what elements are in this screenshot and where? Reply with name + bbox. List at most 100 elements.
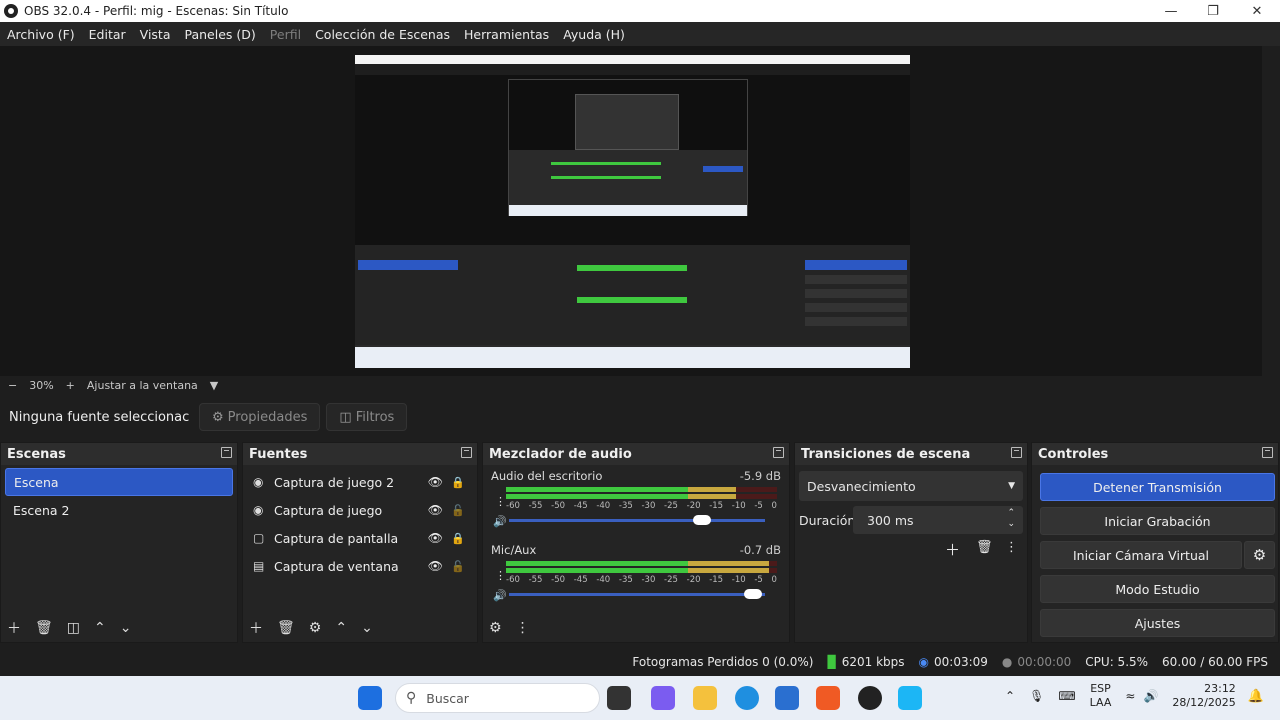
brave-icon[interactable] [816,686,840,710]
tick-label: -20 [686,501,701,511]
chevron-up-icon[interactable]: ⌃ [1005,689,1015,703]
duration-spinbox[interactable]: 300 ms ⌃ ⌄ [853,506,1023,534]
tick-label: 0 [771,501,777,511]
menu-coleccion[interactable]: Colección de Escenas [315,27,450,42]
mixer-menu-icon[interactable]: ⋮ [516,620,530,636]
preview-scrollbar[interactable] [1262,46,1280,376]
task-view-icon[interactable] [607,686,631,710]
controls-dock: Controles Detener Transmisión Iniciar Gr… [1031,442,1279,643]
start-recording-button[interactable]: Iniciar Grabación [1040,507,1275,535]
add-icon[interactable]: ＋ [249,618,263,638]
lock-icon[interactable]: 🔒 [451,532,465,545]
stream-time: ◉ 00:03:09 [919,655,988,669]
settings-button[interactable]: Ajustes [1040,609,1275,637]
keyboard-icon[interactable]: ⌨ [1058,689,1075,703]
trash-icon[interactable]: 🗑 [277,620,295,636]
scene-item[interactable]: Escena [5,468,233,496]
lock-icon[interactable]: 🔒 [451,476,465,489]
notification-bell-icon[interactable]: 🔔 [1248,689,1264,704]
transition-select[interactable]: Desvanecimiento ▼ [799,471,1023,501]
chevron-up-icon[interactable]: ⌃ [335,620,347,636]
volume-icon[interactable]: 🔊 [1143,689,1158,703]
popout-icon[interactable] [773,447,784,458]
volume-slider[interactable] [509,589,765,599]
spin-down-icon[interactable]: ⌄ [1007,519,1015,529]
file-explorer-icon[interactable] [693,686,717,710]
studio-mode-button[interactable]: Modo Estudio [1040,575,1275,603]
unlock-icon[interactable]: 🔓 [451,560,465,573]
tick-label: -40 [596,501,611,511]
filters-button[interactable]: ◫ Filtros [326,403,408,431]
stop-stream-button[interactable]: Detener Transmisión [1040,473,1275,501]
obs-icon[interactable] [858,686,882,710]
eye-icon[interactable]: 👁 [428,475,443,489]
chevron-down-icon[interactable]: ⌄ [361,620,373,636]
zoom-out-button[interactable]: − [8,379,17,392]
meter-segment [506,561,688,566]
trash-icon[interactable]: 🗑 [35,620,53,636]
speaker-icon[interactable]: 🔊 [493,589,507,602]
channel-menu-icon[interactable]: ⋮ [495,495,506,508]
tick-label: -30 [641,501,656,511]
app-icon[interactable] [898,686,922,710]
language-indicator[interactable]: ESP LAA [1090,682,1112,710]
scenes-title: Escenas [7,446,66,462]
capture-taskbar [355,347,910,368]
eye-icon[interactable]: 👁 [428,503,443,517]
add-icon[interactable]: ＋ [7,618,21,638]
minimize-icon[interactable]: — [1150,0,1192,22]
close-icon[interactable]: ✕ [1236,0,1278,22]
speaker-icon[interactable]: 🔊 [493,515,507,528]
zoom-dropdown-icon[interactable]: ▼ [210,379,218,392]
popout-icon[interactable] [461,447,472,458]
properties-button[interactable]: ⚙ Propiedades [199,403,321,431]
virtual-camera-button[interactable]: Iniciar Cámara Virtual [1040,541,1242,569]
tick-label: -20 [686,575,701,585]
store-icon[interactable] [775,686,799,710]
channel-menu-icon[interactable]: ⋮ [495,569,506,582]
menu-herramientas[interactable]: Herramientas [464,27,549,42]
virtual-camera-settings-icon[interactable]: ⚙ [1244,541,1275,569]
add-icon[interactable]: ＋ [945,539,960,560]
volume-knob[interactable] [744,589,763,599]
chevron-down-icon[interactable]: ⌄ [120,620,132,636]
volume-slider[interactable] [509,515,765,525]
microphone-icon[interactable]: 🎙 [1029,689,1044,703]
source-item[interactable]: ▢ Captura de pantalla 👁 🔒 [243,524,477,552]
gear-icon[interactable]: ⚙ [309,620,322,636]
menu-ayuda[interactable]: Ayuda (H) [563,27,625,42]
scene-item[interactable]: Escena 2 [5,496,233,524]
zoom-fit-label[interactable]: Ajustar a la ventana [87,379,198,392]
edge-icon[interactable] [735,686,759,710]
zoom-in-button[interactable]: + [66,379,75,392]
popout-icon[interactable] [1011,447,1022,458]
copilot-icon[interactable] [651,686,675,710]
chevron-up-icon[interactable]: ⌃ [94,620,106,636]
source-item[interactable]: ◉ Captura de juego 2 👁 🔒 [243,468,477,496]
menu-archivo[interactable]: Archivo (F) [7,27,75,42]
menu-perfil[interactable]: Perfil [270,27,301,42]
source-item[interactable]: ▤ Captura de ventana 👁 🔓 [243,552,477,580]
advanced-audio-icon[interactable]: ⚙ [489,620,502,636]
eye-icon[interactable]: 👁 [428,531,443,545]
restore-icon[interactable]: ❐ [1192,0,1234,22]
clock[interactable]: 23:12 28/12/2025 [1172,682,1235,710]
menu-vista[interactable]: Vista [140,27,171,42]
sources-title: Fuentes [249,446,308,462]
menu-paneles[interactable]: Paneles (D) [185,27,256,42]
wifi-icon[interactable]: ≈ [1125,689,1135,703]
taskbar-search[interactable]: ⚲ Buscar [395,683,600,713]
capture-nested-preview [508,79,748,216]
popout-icon[interactable] [221,447,232,458]
transition-menu-icon[interactable]: ⋮ [1005,540,1018,555]
volume-knob[interactable] [693,515,712,525]
eye-icon[interactable]: 👁 [428,559,443,573]
filter-icon[interactable]: ◫ [67,620,80,636]
trash-icon[interactable]: 🗑 [976,540,993,555]
source-item[interactable]: ◉ Captura de juego 👁 🔓 [243,496,477,524]
popout-icon[interactable] [1262,447,1273,458]
menu-editar[interactable]: Editar [89,27,126,42]
unlock-icon[interactable]: 🔓 [451,504,465,517]
spin-up-icon[interactable]: ⌃ [1007,508,1015,518]
start-icon[interactable] [358,686,382,710]
